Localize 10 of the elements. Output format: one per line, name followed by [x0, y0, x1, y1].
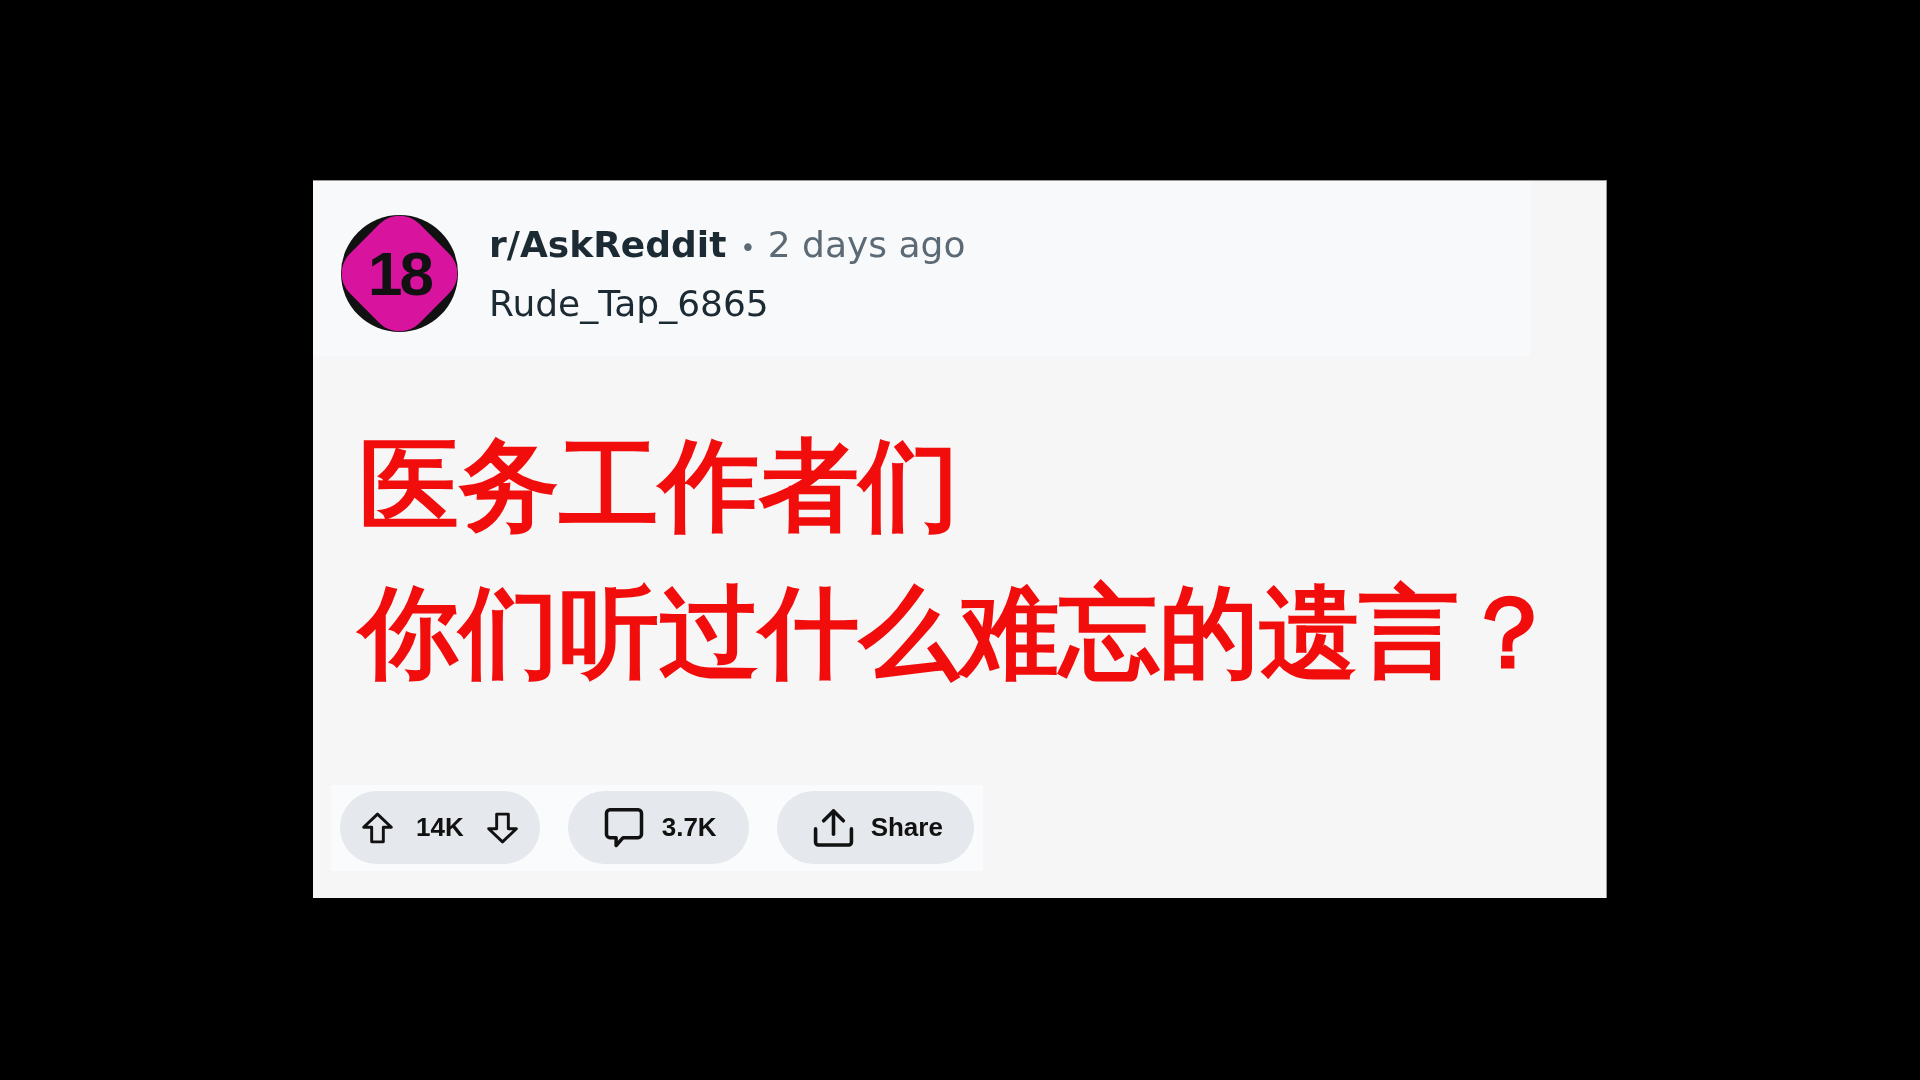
speech-bubble-icon	[602, 805, 645, 850]
separator-dot: •	[740, 232, 756, 265]
share-button[interactable]: Share	[776, 791, 974, 864]
post-title-line: 医务工作者们	[359, 426, 960, 546]
subreddit-link[interactable]: r/AskReddit	[489, 215, 727, 274]
author-link[interactable]: Rude_Tap_6865	[489, 274, 769, 333]
share-icon	[811, 806, 855, 849]
vote-count: 14K	[416, 812, 464, 843]
post-time: 2 days ago	[767, 223, 966, 267]
comments-button[interactable]: 3.7K	[567, 791, 749, 864]
